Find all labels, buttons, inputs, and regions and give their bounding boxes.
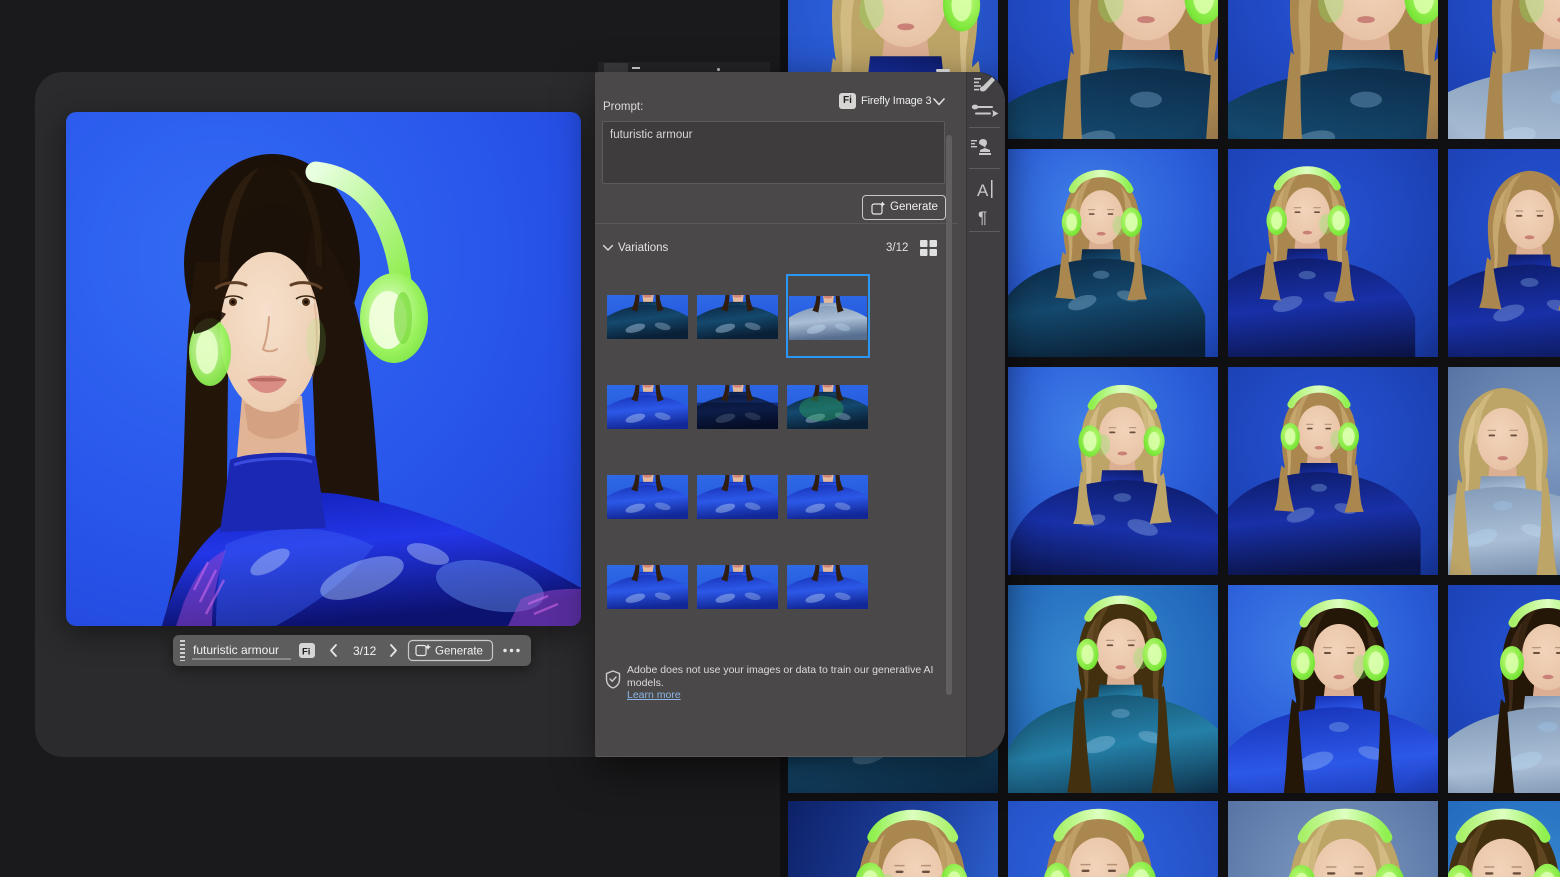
svg-text:¶: ¶	[978, 208, 987, 227]
svg-text:A: A	[977, 181, 989, 200]
